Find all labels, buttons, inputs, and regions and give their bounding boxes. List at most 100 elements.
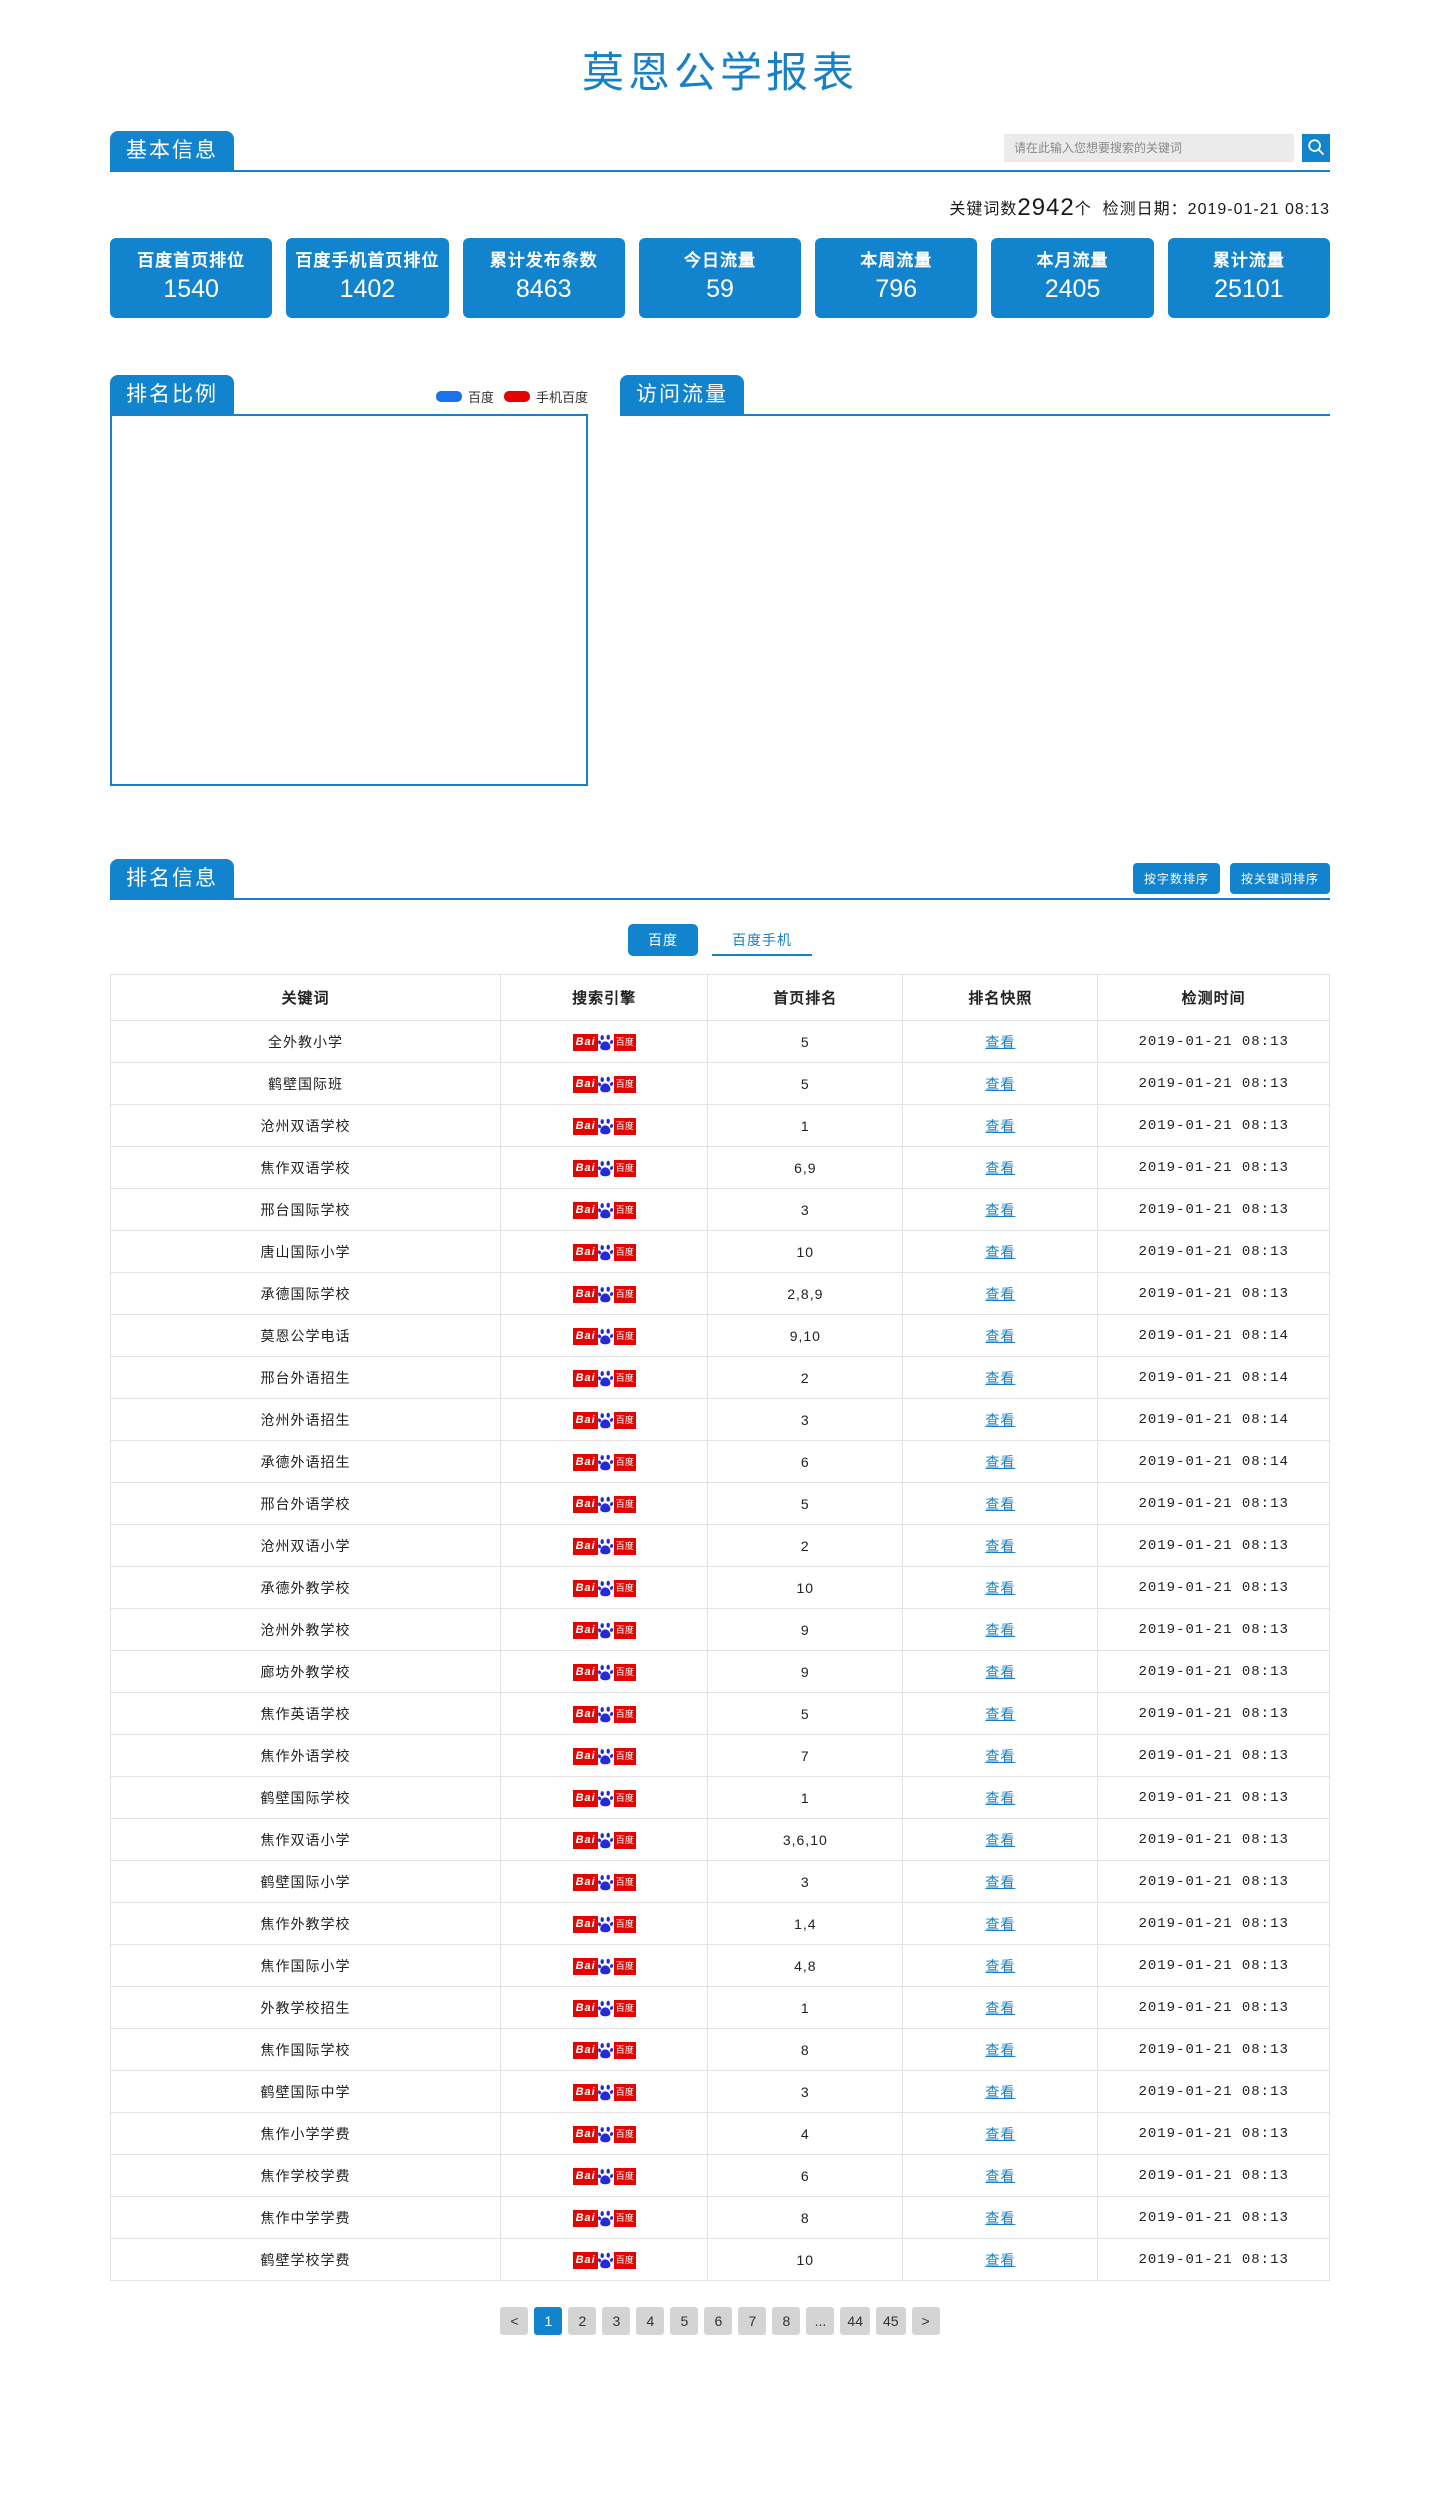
cell-engine: Bai 百度	[500, 1650, 709, 1694]
detect-date-label: 检测日期：	[1102, 201, 1188, 219]
snapshot-link[interactable]: 查看	[985, 1496, 1015, 1512]
pagination-ellipsis[interactable]: ...	[806, 2307, 835, 2336]
cell-engine: Bai 百度	[500, 1104, 709, 1148]
cell-rank: 5	[707, 1062, 904, 1106]
visit-traffic-tab[interactable]: 访问流量	[620, 375, 744, 415]
tab-baidu[interactable]: 百度	[628, 924, 698, 957]
snapshot-link[interactable]: 查看	[985, 1286, 1015, 1302]
pagination: <1 2 3 4 5 6 7 8... 44 45 >	[0, 2307, 1440, 2336]
stat-card: 百度手机首页排位 1402	[286, 238, 449, 319]
snapshot-link[interactable]: 查看	[985, 1076, 1015, 1092]
pagination-page-8[interactable]: 8	[772, 2307, 801, 2336]
rank-ratio-tab[interactable]: 排名比例	[110, 375, 234, 415]
snapshot-link[interactable]: 查看	[985, 1244, 1015, 1260]
cell-time: 2019-01-21 08:14	[1097, 1398, 1330, 1442]
snapshot-link[interactable]: 查看	[985, 1118, 1015, 1134]
snapshot-link[interactable]: 查看	[985, 2042, 1015, 2058]
pagination-page-6[interactable]: 6	[704, 2307, 733, 2336]
snapshot-link[interactable]: 查看	[985, 1664, 1015, 1680]
table-row: 沧州双语学校 Bai 百度 1 查看 2019-01-21 08:13	[109, 1104, 1330, 1148]
snapshot-link[interactable]: 查看	[985, 1412, 1015, 1428]
cell-snapshot: 查看	[902, 1650, 1099, 1694]
snapshot-link[interactable]: 查看	[985, 1202, 1015, 1218]
cell-rank: 8	[707, 2196, 904, 2240]
cell-snapshot: 查看	[902, 2154, 1099, 2198]
pagination-page-4[interactable]: 4	[636, 2307, 665, 2336]
table-row: 邢台外语学校 Bai 百度 5 查看 2019-01-21 08:13	[109, 1482, 1330, 1526]
snapshot-link[interactable]: 查看	[985, 2084, 1015, 2100]
pagination-page-7[interactable]: 7	[738, 2307, 767, 2336]
cell-snapshot: 查看	[902, 2196, 1099, 2240]
snapshot-link[interactable]: 查看	[985, 1790, 1015, 1806]
snapshot-link[interactable]: 查看	[985, 2210, 1015, 2226]
cell-time: 2019-01-21 08:13	[1097, 1902, 1330, 1946]
visit-traffic-chart-area	[620, 416, 1330, 787]
search-area	[1004, 134, 1330, 163]
cell-engine: Bai 百度	[500, 1062, 709, 1106]
cell-rank: 5	[707, 1692, 904, 1736]
table-row: 鹤壁国际小学 Bai 百度 3 查看 2019-01-21 08:13	[109, 1860, 1330, 1904]
cell-engine: Bai 百度	[500, 2196, 709, 2240]
pagination-page-3[interactable]: 3	[602, 2307, 631, 2336]
cell-keyword: 鹤壁学校学费	[109, 2238, 502, 2282]
baidu-paw-icon	[597, 2000, 614, 2017]
stat-value: 25101	[1214, 275, 1284, 304]
snapshot-link[interactable]: 查看	[985, 1706, 1015, 1722]
snapshot-link[interactable]: 查看	[985, 1328, 1015, 1344]
snapshot-link[interactable]: 查看	[985, 2126, 1015, 2142]
table-header-row: 关键词 搜索引擎 首页排名 排名快照 检测时间	[109, 974, 1330, 1022]
pagination-page-1[interactable]: 1	[534, 2307, 563, 2336]
cell-rank: 1	[707, 1986, 904, 2030]
baidu-logo: Bai 百度	[572, 1370, 636, 1388]
pagination-next[interactable]: >	[911, 2307, 940, 2336]
pagination-page-45[interactable]: 45	[876, 2307, 906, 2336]
cell-keyword: 邢台外语招生	[109, 1356, 502, 1400]
snapshot-link[interactable]: 查看	[985, 2000, 1015, 2016]
search-button[interactable]	[1302, 134, 1330, 163]
cell-snapshot: 查看	[902, 1944, 1099, 1988]
snapshot-link[interactable]: 查看	[985, 1580, 1015, 1596]
baidu-logo: Bai 百度	[572, 1034, 636, 1052]
baidu-paw-icon	[597, 1790, 614, 1807]
cell-keyword: 焦作外教学校	[109, 1902, 502, 1946]
snapshot-link[interactable]: 查看	[985, 2252, 1015, 2268]
snapshot-link[interactable]: 查看	[985, 1538, 1015, 1554]
snapshot-link[interactable]: 查看	[985, 1748, 1015, 1764]
snapshot-link[interactable]: 查看	[985, 1034, 1015, 1050]
snapshot-link[interactable]: 查看	[985, 1916, 1015, 1932]
cell-time: 2019-01-21 08:13	[1097, 1944, 1330, 1988]
cell-time: 2019-01-21 08:13	[1097, 1146, 1330, 1190]
baidu-logo: Bai 百度	[572, 1160, 636, 1178]
search-input[interactable]	[1004, 134, 1294, 163]
snapshot-link[interactable]: 查看	[985, 1370, 1015, 1386]
search-icon	[1307, 138, 1325, 159]
snapshot-link[interactable]: 查看	[985, 1160, 1015, 1176]
tab-baidu-mobile[interactable]: 百度手机	[712, 924, 812, 957]
snapshot-link[interactable]: 查看	[985, 1622, 1015, 1638]
basic-info-tab[interactable]: 基本信息	[110, 131, 234, 171]
pagination-page-2[interactable]: 2	[568, 2307, 597, 2336]
sort-by-keyword-button[interactable]: 按关键词排序	[1229, 863, 1330, 895]
pagination-page-44[interactable]: 44	[840, 2307, 870, 2336]
sort-by-word-count-button[interactable]: 按字数排序	[1132, 863, 1220, 895]
cell-snapshot: 查看	[902, 1986, 1099, 2030]
snapshot-link[interactable]: 查看	[985, 1874, 1015, 1890]
cell-rank: 6,9	[707, 1146, 904, 1190]
snapshot-link[interactable]: 查看	[985, 1958, 1015, 1974]
snapshot-link[interactable]: 查看	[985, 1832, 1015, 1848]
legend-label-mobile-baidu: 手机百度	[535, 390, 588, 406]
cell-engine: Bai 百度	[500, 1818, 709, 1862]
rank-info-tab[interactable]: 排名信息	[110, 859, 234, 899]
cell-snapshot: 查看	[902, 1440, 1099, 1484]
snapshot-link[interactable]: 查看	[985, 2168, 1015, 2184]
stat-label: 今日流量	[683, 251, 756, 271]
pagination-page-5[interactable]: 5	[670, 2307, 699, 2336]
cell-engine: Bai 百度	[500, 1272, 709, 1316]
baidu-logo: Bai 百度	[572, 1832, 636, 1850]
snapshot-link[interactable]: 查看	[985, 1454, 1015, 1470]
table-row: 焦作双语小学 Bai 百度 3,6,10 查看 2019-01-21 08:13	[109, 1818, 1330, 1862]
stat-card-list: 百度首页排位 1540 百度手机首页排位 1402 累计发布条数 8463 今日…	[110, 238, 1330, 319]
keyword-count-value: 2942	[1017, 194, 1075, 222]
pagination-prev[interactable]: <	[500, 2307, 529, 2336]
col-header-snapshot: 排名快照	[902, 974, 1099, 1022]
